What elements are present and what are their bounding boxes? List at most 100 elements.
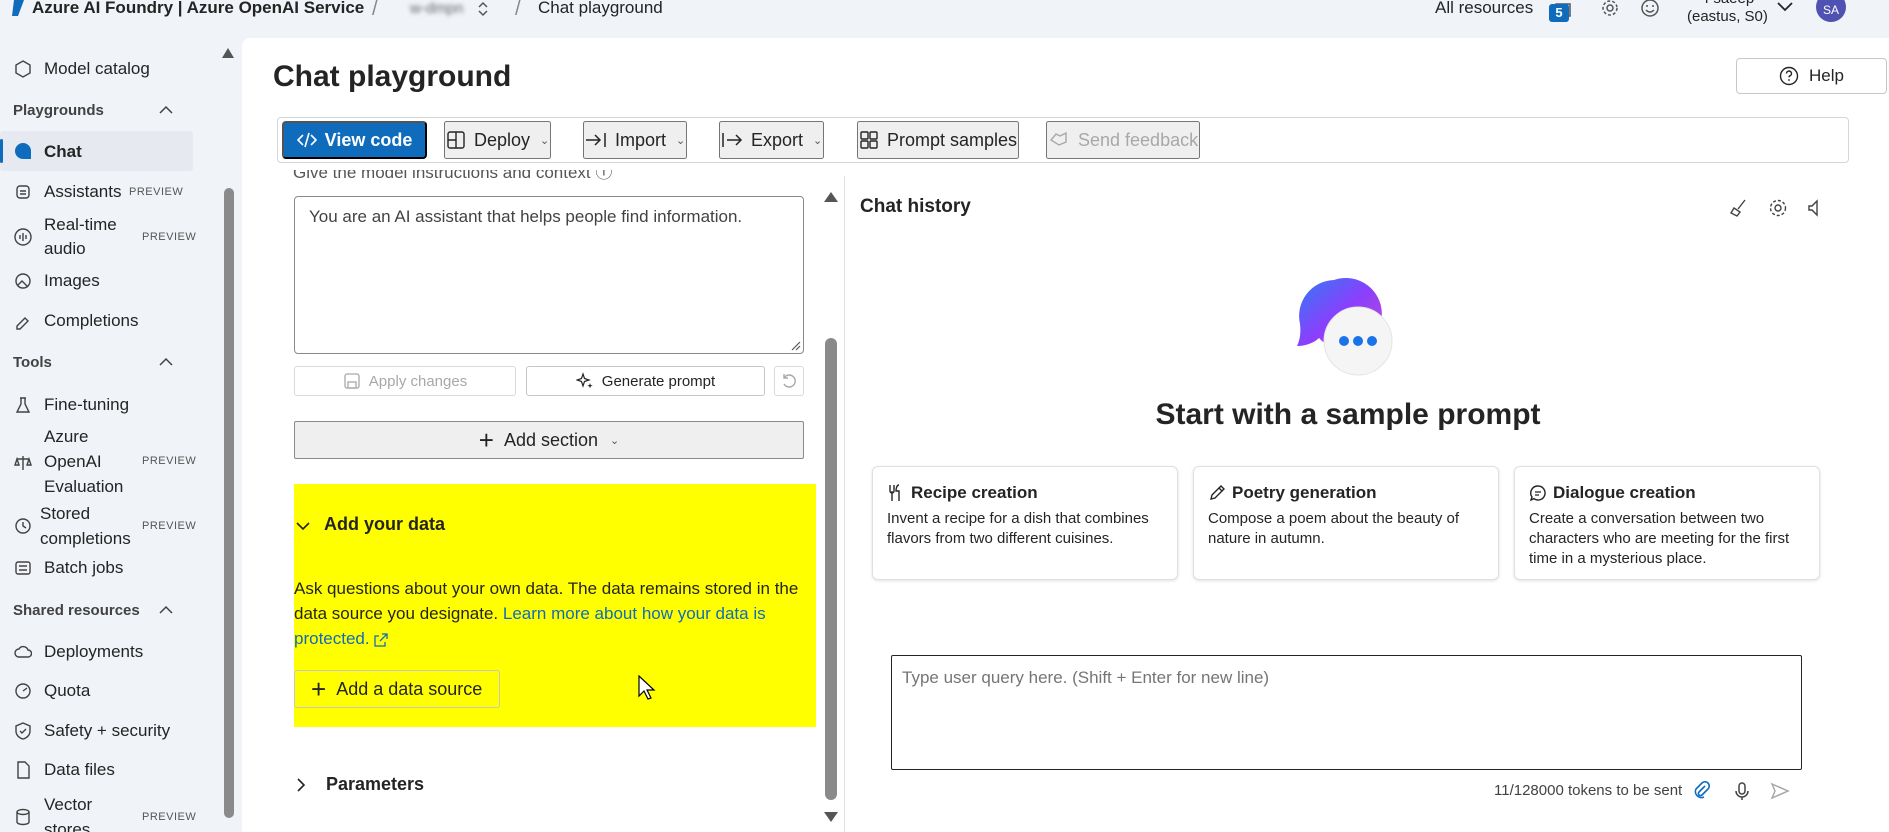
preview-badge: PREVIEW [142,231,197,243]
sample-card-recipe[interactable]: Recipe creation Invent a recipe for a di… [872,466,1178,580]
deploy-label: Deploy [474,129,531,150]
section-shared-resources: Shared resources [13,602,140,619]
export-icon [722,133,743,147]
assistant-icon [16,184,30,199]
user-name[interactable]: i-saeep [1705,0,1754,7]
smiley-icon[interactable] [1640,0,1660,20]
breadcrumb-separator: / [372,0,378,20]
all-resources-link[interactable]: All resources [1435,0,1533,18]
system-message-text: You are an AI assistant that helps peopl… [309,207,743,226]
sidebar-item-assistants[interactable]: Assistants PREVIEW [0,179,196,204]
chat-icon [15,143,31,159]
instructions-label: Give the model instructions and context … [293,170,612,184]
reset-button[interactable] [774,366,804,396]
sidebar-item-model-catalog[interactable]: Model catalog [0,56,196,81]
section-tools: Tools [13,354,52,371]
setup-scrollbar[interactable] [825,338,837,800]
sidebar-item-quota[interactable]: Quota [0,678,196,703]
sidebar-item-label: Vector [44,795,93,814]
card-description: Compose a poem about the beauty of natur… [1208,510,1460,547]
sample-card-poetry[interactable]: Poetry generation Compose a poem about t… [1193,466,1499,580]
mouse-cursor-icon [638,675,656,700]
chevron-up-icon[interactable] [158,602,174,618]
top-bar: Azure AI Foundry | Azure OpenAI Service … [0,0,1889,28]
user-region[interactable]: (eastus, S0) [1687,8,1768,25]
external-link-icon[interactable] [373,632,388,647]
sample-card-dialogue[interactable]: Dialogue creation Create a conversation … [1514,466,1820,580]
microphone-icon[interactable] [1732,781,1752,801]
export-label: Export [751,129,804,150]
send-feedback-button[interactable]: Send feedback [1046,121,1201,159]
card-description: Create a conversation between two charac… [1529,510,1790,567]
breadcrumb-separator: / [515,0,521,20]
token-counter: 11/128000 tokens to be sent [1494,782,1683,799]
gear-icon[interactable] [1600,0,1620,20]
deploy-button[interactable]: Deploy ⌄ [444,121,552,159]
code-icon [296,132,317,148]
import-icon [586,133,606,147]
app-title[interactable]: Azure AI Foundry | Azure OpenAI Service [32,0,364,18]
view-code-button[interactable]: View code [282,121,427,159]
parameters-section[interactable]: Parameters [294,774,424,795]
feedback-icon [1049,131,1067,146]
sidebar-item-deployments[interactable]: Deployments [0,639,196,664]
chevron-up-icon[interactable] [158,102,174,118]
chat-history-title: Chat history [860,196,971,217]
azure-logo-icon [12,0,24,16]
sidebar-item-evaluation[interactable]: Azure OpenAI Evaluation PREVIEW [0,424,196,499]
sidebar-item-data-files[interactable]: Data files [0,757,196,782]
chevron-down-icon: ⌄ [676,134,686,147]
chevron-down-icon[interactable] [294,517,312,535]
gear-icon[interactable] [1768,198,1788,218]
user-query-input[interactable]: Type user query here. (Shift + Enter for… [891,655,1802,770]
add-your-data-heading[interactable]: Add your data [324,514,445,535]
sidebar-scrollbar[interactable] [224,188,234,818]
batch-icon [15,560,31,575]
scroll-down-arrow[interactable] [824,812,838,822]
prompt-samples-label: Prompt samples [887,129,1018,150]
card-title: Poetry generation [1232,483,1377,502]
sidebar-item-label: Completions [44,311,139,330]
sidebar-item-completions[interactable]: Completions [0,308,196,333]
system-message-textarea[interactable]: You are an AI assistant that helps peopl… [294,196,804,354]
speaker-icon[interactable] [1806,198,1826,218]
undo-icon [783,374,796,388]
chevron-up-down-icon[interactable] [477,1,489,17]
pane-divider[interactable] [844,176,845,832]
flask-icon [15,396,31,413]
sidebar-item-stored-completions[interactable]: Stored completions PREVIEW [0,501,196,551]
chevron-down-icon[interactable] [1776,0,1794,14]
add-data-source-button[interactable]: + Add a data source [294,670,500,708]
sidebar-item-batch-jobs[interactable]: Batch jobs [0,555,196,580]
completions-icon [16,316,29,330]
preview-badge: PREVIEW [142,455,197,467]
broom-icon[interactable] [1728,198,1748,218]
scroll-up-arrow[interactable] [222,48,234,58]
import-button[interactable]: Import ⌄ [583,121,688,159]
apply-changes-button[interactable]: Apply changes [294,366,516,396]
generate-prompt-button[interactable]: Generate prompt [526,366,765,396]
sidebar-item-safety-security[interactable]: Safety + security [0,718,196,743]
resize-grip-icon[interactable] [791,341,801,351]
prompt-samples-button[interactable]: Prompt samples [857,121,1020,159]
export-button[interactable]: Export ⌄ [719,121,825,159]
avatar[interactable]: SA [1816,0,1846,22]
send-icon[interactable] [1770,781,1790,801]
sidebar-item-label: Stored [40,504,91,523]
sidebar-item-images[interactable]: Images [0,268,196,293]
sidebar-item-realtime-audio[interactable]: Real-time audio PREVIEW [0,212,196,262]
speech-bubble-icon [1529,485,1546,502]
sidebar-item-label: Images [44,271,100,290]
cube-icon [15,59,31,78]
sidebar-item-fine-tuning[interactable]: Fine-tuning [0,392,196,417]
scroll-up-arrow[interactable] [824,192,838,202]
paperclip-icon[interactable] [1692,781,1712,801]
add-section-button[interactable]: + Add section ⌄ [294,421,804,459]
sidebar-item-chat[interactable]: Chat [0,131,193,171]
stored-icon [15,518,31,534]
help-button[interactable]: Help [1736,58,1887,94]
chevron-up-icon[interactable] [158,354,174,370]
sidebar-item-label: Deployments [44,642,144,661]
sidebar-item-vector-stores[interactable]: Vector stores PREVIEW [0,792,196,832]
breadcrumb-project[interactable]: w-dmpn [410,0,463,17]
